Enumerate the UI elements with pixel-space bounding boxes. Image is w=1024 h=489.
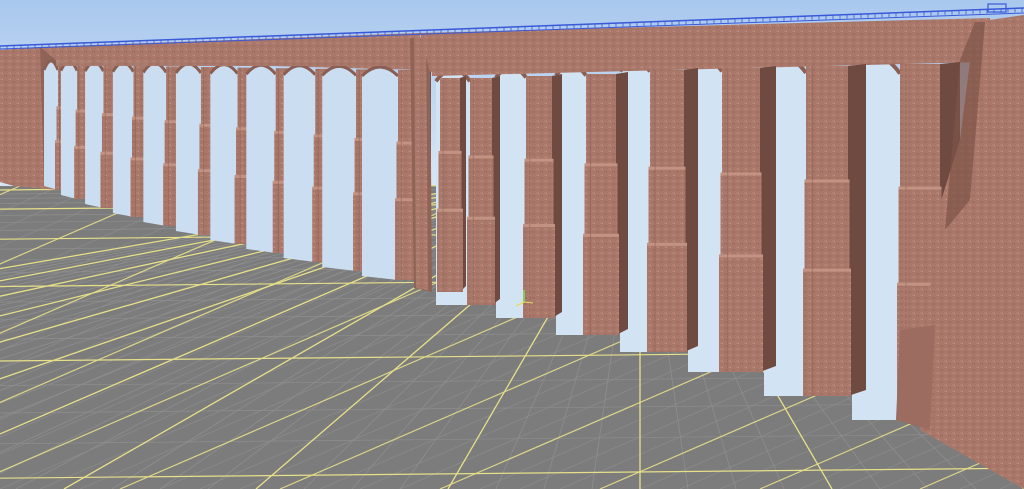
pier-ledge (468, 155, 494, 159)
near-pier (437, 76, 466, 292)
far-arch-opening (246, 65, 276, 253)
near-pier (647, 68, 698, 352)
pier-ledge (437, 208, 463, 212)
pier-ledge (647, 242, 687, 246)
pier-ledge (648, 166, 686, 170)
pier-lower (467, 218, 495, 305)
pier-middle (648, 168, 686, 245)
near-pier (467, 76, 500, 305)
pier-ledge (524, 158, 554, 162)
far-arch-opening (210, 64, 238, 244)
pier-lower (719, 256, 763, 372)
pier-middle (804, 181, 850, 271)
near-arch-opening (496, 67, 526, 318)
pier-ledge (898, 186, 942, 190)
pier-lower (647, 244, 687, 352)
pier-ledge (467, 216, 495, 220)
pier-ledge (803, 268, 851, 272)
pier-middle (468, 157, 494, 219)
pier-ledge (584, 163, 618, 167)
pier-lower (583, 235, 619, 335)
far-arch-opening (322, 66, 357, 272)
pier-ledge (719, 254, 763, 258)
far-arch-opening (283, 65, 316, 262)
near-pier (803, 64, 866, 396)
far-arch-opening (143, 63, 167, 227)
pier-middle (524, 160, 554, 227)
pier-ledge (583, 233, 619, 237)
3d-viewport[interactable] (0, 0, 1024, 489)
pier-ledge (438, 150, 462, 154)
far-arch-opening (362, 67, 398, 280)
near-pier (719, 66, 776, 372)
near-pier (583, 72, 628, 335)
pier-middle (438, 152, 462, 211)
pier-middle (584, 165, 618, 236)
scene-canvas[interactable] (0, 0, 1024, 489)
near-pier (523, 74, 562, 318)
pier-lower (523, 226, 555, 318)
far-arch-opening (112, 62, 134, 217)
pier-lower (437, 210, 463, 292)
pier-lower (803, 270, 851, 396)
pier-ledge (523, 224, 555, 228)
pier-ledge (804, 179, 850, 183)
middle-pier-face (414, 37, 428, 290)
pier-ledge (720, 172, 762, 176)
pier-middle (720, 174, 762, 257)
right-abutment-footing (896, 325, 935, 430)
far-arch-opening (175, 64, 201, 235)
